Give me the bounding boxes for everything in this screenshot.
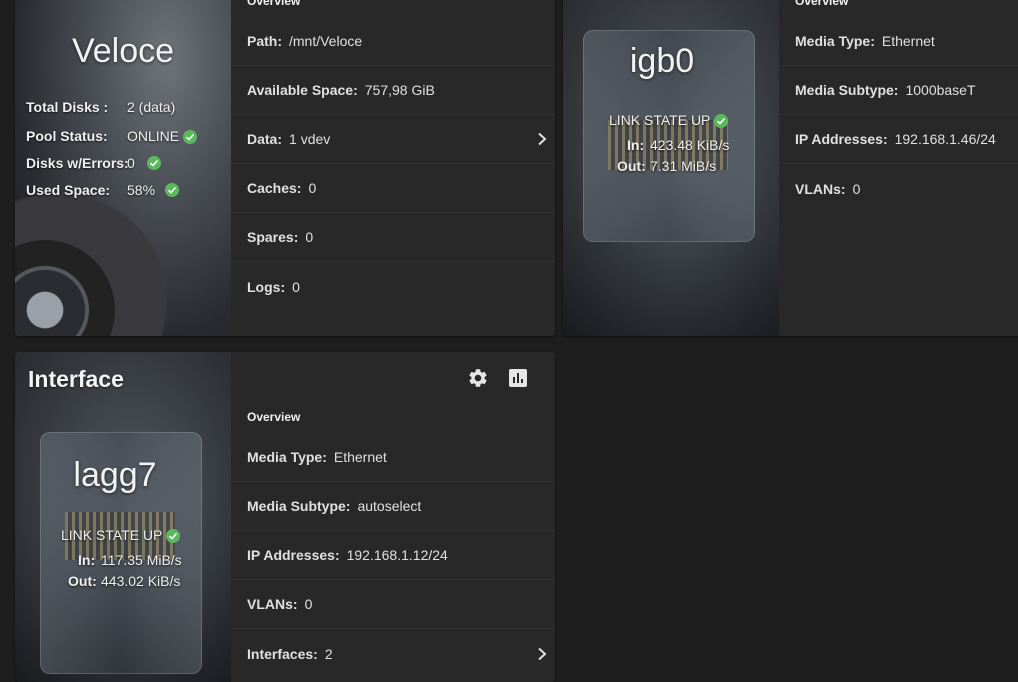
disk-hub-decor [15,240,115,336]
used-space-label: Used Space: [26,182,111,198]
check-circle-icon [165,183,179,197]
chevron-right-icon[interactable] [537,132,547,146]
network-image [15,352,231,682]
pool-card: Veloce Total Disks : 2 (data) Pool Statu… [15,0,555,336]
overview-heading: Overview [795,0,849,8]
check-circle-icon [183,130,198,145]
traffic-in-label: In: [78,552,96,568]
overview-heading: Overview [247,410,301,424]
detail-row: Path:/mnt/Veloce [231,17,555,66]
check-circle-icon [714,114,729,129]
traffic-out-value: 443.02 KiB/s [101,573,181,589]
chevron-right-icon[interactable] [537,647,547,661]
overview-heading: Overview [247,0,301,8]
traffic-out-label: Out: [617,158,646,174]
data-vdev-row[interactable]: Data: 1 vdev [231,115,555,164]
card-title: Interface [28,366,124,392]
traffic-in-label: In: [627,137,645,153]
total-disks-value: 2 (data) [127,99,176,115]
detail-row: Media Subtype: autoselect [231,482,555,531]
traffic-out-label: Out: [68,573,97,589]
link-state: LINK STATE UP [61,527,181,544]
pool-status-value: ONLINE [127,128,198,145]
used-space-value: 58% [127,182,156,198]
check-circle-icon [166,529,181,544]
interface-card-lagg7: Interface lagg7 LINK STATE UP In: 117.35… [15,352,555,682]
interfaces-row[interactable]: Interfaces: 2 [231,629,555,678]
traffic-in-value: 117.35 MiB/s [101,552,182,568]
link-state: LINK STATE UP [609,112,729,129]
detail-row: VLANs: 0 [795,180,861,197]
check-circle-icon [147,156,161,170]
detail-row: Media Type: Ethernet [779,17,1018,66]
detail-row: IP Addresses: 192.168.1.46/24 [779,115,1018,164]
disks-errors-label: Disks w/Errors: [26,155,129,171]
traffic-in-value: 423.48 KiB/s [650,137,730,153]
interface-name: igb0 [629,42,695,80]
traffic-out-value: 7.31 MiB/s [650,158,717,174]
detail-row: Logs: 0 [247,278,300,295]
detail-row: Available Space: 757,98 GiB [231,66,555,115]
detail-row: Media Type: Ethernet [231,433,555,482]
disks-errors-value: 0 [127,155,135,171]
interface-name: lagg7 [73,456,157,494]
detail-row: IP Addresses: 192.168.1.12/24 [231,531,555,580]
pool-status-label: Pool Status: [26,128,108,144]
detail-row: Spares: 0 [231,213,555,262]
total-disks-label: Total Disks : [26,99,109,115]
detail-row: Media Subtype: 1000baseT [779,66,1018,115]
pool-name: Veloce [71,32,175,70]
detail-row: VLANs: 0 [231,580,555,629]
detail-row: Caches: 0 [231,164,555,213]
interface-card-igb0: igb0 LINK STATE UP In: 423.48 KiB/s Out:… [563,0,1018,336]
